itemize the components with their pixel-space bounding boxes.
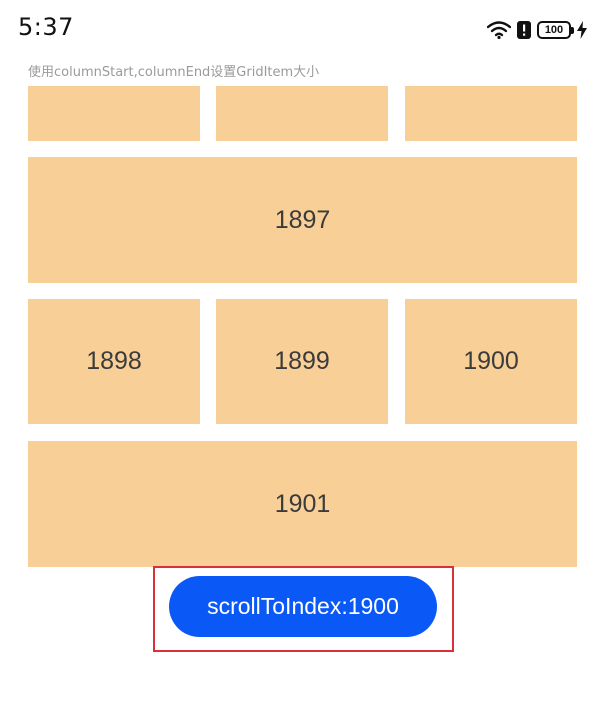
grid-item-label: 1901 xyxy=(274,489,331,518)
page-subtitle: 使用columnStart,columnEnd设置GridItem大小 xyxy=(28,65,320,80)
grid-item[interactable]: 1900 xyxy=(405,299,577,424)
status-bar: 5:37 100 xyxy=(0,0,599,58)
grid-item[interactable]: 1895 xyxy=(216,86,388,141)
scroll-to-index-button[interactable]: scrollToIndex:1900 xyxy=(169,576,437,637)
grid-item-label: 1899 xyxy=(274,347,330,375)
grid-item[interactable]: 1901 xyxy=(28,441,577,567)
grid-container[interactable]: 1894 1895 1896 1897 1898 1899 1900 1901 xyxy=(28,86,577,567)
battery-icon: 100 xyxy=(537,21,574,39)
grid-item-label: 1898 xyxy=(86,347,142,375)
alert-icon xyxy=(517,21,531,39)
battery-level: 100 xyxy=(544,24,564,36)
grid-item[interactable]: 1899 xyxy=(216,299,388,424)
grid-item[interactable]: 1898 xyxy=(28,299,200,424)
wifi-icon xyxy=(487,21,511,39)
grid-item[interactable]: 1894 xyxy=(28,86,200,141)
grid-item-label: 1900 xyxy=(463,347,519,375)
grid-item[interactable]: 1896 xyxy=(405,86,577,141)
charging-icon xyxy=(577,21,587,39)
status-time: 5:37 xyxy=(18,13,74,41)
grid-item-label: 1897 xyxy=(274,205,331,234)
status-icons: 100 xyxy=(487,16,587,44)
grid-item[interactable]: 1897 xyxy=(28,157,577,283)
